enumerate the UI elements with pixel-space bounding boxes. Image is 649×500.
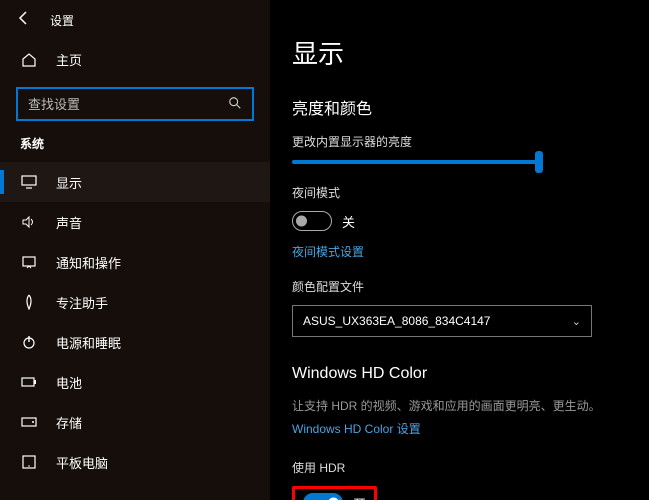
night-light-settings-link[interactable]: 夜间模式设置 [292, 243, 364, 260]
nav-item-tablet[interactable]: 平板电脑 [0, 442, 270, 482]
slider-thumb[interactable] [535, 151, 543, 173]
nav-item-sound[interactable]: 声音 [0, 202, 270, 242]
brightness-label: 更改内置显示器的亮度 [292, 133, 649, 150]
search-input[interactable] [18, 97, 252, 112]
display-icon [20, 175, 38, 189]
back-icon[interactable] [16, 10, 32, 31]
home-button[interactable]: 主页 [0, 40, 270, 79]
color-profile-label: 颜色配置文件 [292, 278, 649, 295]
tablet-icon [20, 455, 38, 469]
search-icon [228, 96, 242, 113]
nav-label: 电源和睡眠 [56, 333, 121, 352]
focus-icon [20, 294, 38, 310]
home-label: 主页 [56, 50, 82, 69]
use-hdr-label: 使用 HDR [292, 459, 649, 476]
nav-item-display[interactable]: 显示 [0, 162, 270, 202]
color-profile-value: ASUS_UX363EA_8086_834C4147 [303, 314, 490, 328]
nav-item-power[interactable]: 电源和睡眠 [0, 322, 270, 362]
use-hdr-toggle[interactable] [303, 493, 343, 500]
search-box[interactable] [16, 87, 254, 121]
night-light-label: 夜间模式 [292, 184, 649, 201]
night-light-toggle[interactable] [292, 211, 332, 231]
brightness-section-header: 亮度和颜色 [292, 95, 649, 119]
nav-item-notifications[interactable]: 通知和操作 [0, 242, 270, 282]
sidebar: 设置 主页 系统 显示 声音 通知和操作 专注助手 [0, 0, 270, 500]
chevron-down-icon: ⌄ [572, 315, 581, 328]
nav-label: 电池 [56, 373, 82, 392]
nav-label: 专注助手 [56, 293, 108, 312]
nav-label: 声音 [56, 213, 82, 232]
sidebar-section-label: 系统 [0, 135, 270, 162]
battery-icon [20, 376, 38, 388]
titlebar: 设置 [0, 0, 270, 40]
nav-label: 存储 [56, 413, 82, 432]
hd-color-settings-link[interactable]: Windows HD Color 设置 [292, 420, 421, 437]
annotation-highlight: 开 [292, 486, 377, 500]
nav-item-focus[interactable]: 专注助手 [0, 282, 270, 322]
use-hdr-state: 开 [353, 494, 366, 500]
color-profile-dropdown[interactable]: ASUS_UX363EA_8086_834C4147 ⌄ [292, 305, 592, 337]
brightness-slider[interactable] [292, 160, 540, 164]
window-title: 设置 [50, 12, 74, 29]
nav-item-storage[interactable]: 存储 [0, 402, 270, 442]
page-title: 显示 [292, 34, 649, 71]
hd-color-section-header: Windows HD Color [292, 365, 649, 383]
nav-label: 平板电脑 [56, 453, 108, 472]
nav-label: 通知和操作 [56, 253, 121, 272]
sound-icon [20, 215, 38, 229]
power-icon [20, 334, 38, 350]
main-content: 显示 亮度和颜色 更改内置显示器的亮度 夜间模式 关 夜间模式设置 颜色配置文件… [270, 0, 649, 500]
night-light-state: 关 [342, 212, 355, 231]
nav-list: 显示 声音 通知和操作 专注助手 电源和睡眠 电池 存储 平板电脑 [0, 162, 270, 482]
search-container [16, 87, 254, 121]
nav-item-battery[interactable]: 电池 [0, 362, 270, 402]
storage-icon [20, 416, 38, 428]
home-icon [20, 52, 38, 68]
nav-label: 显示 [56, 173, 82, 192]
hd-color-description: 让支持 HDR 的视频、游戏和应用的画面更明亮、更生动。 [292, 397, 649, 414]
notifications-icon [20, 255, 38, 269]
